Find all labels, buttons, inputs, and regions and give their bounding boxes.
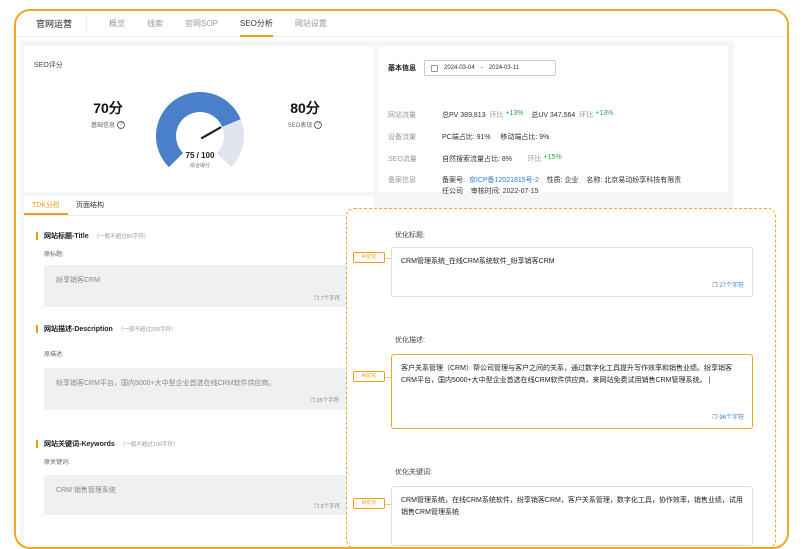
record-number-link[interactable]: 京ICP备12021815号-2 [469, 177, 539, 184]
original-title-count: ❐ 7个字符 [314, 296, 341, 302]
copy-icon[interactable]: ❐ [314, 296, 319, 302]
pv-ring-label: 环比 [489, 112, 504, 119]
original-title-box: 纷享销客CRM [44, 265, 356, 307]
company-nature: 性质: 企业 [546, 177, 579, 184]
optimized-keywords-input[interactable]: CRM管理系统，在线CRM系统软件，纷享销客CRM，客户关系管理，数字化工具，协… [391, 486, 753, 546]
uv-ring-label: 环比 [579, 112, 594, 119]
optimized-description-value: 客户关系管理（CRM）帮公司管理与客户之间的关系，通过数字化工具提升写作效率和销… [401, 365, 732, 384]
copy-icon[interactable]: ❐ [310, 398, 315, 404]
device-label: 设备流量 [388, 134, 416, 141]
copy-icon[interactable]: ❐ [712, 283, 717, 289]
nav-item-sop[interactable]: 官网SOP [185, 11, 218, 37]
basic-info-score: 70分 [93, 100, 123, 116]
total-uv: 总UV 347,564 [531, 112, 576, 119]
title-section-heading: 网站标题-Title （一般不超过80字符） [36, 231, 149, 241]
device-row: 设备流量 PC端占比: 91% 移动端占比: 9% [388, 132, 549, 142]
original-title-label: 原标题: [44, 252, 64, 258]
nav-item-leads[interactable]: 线索 [147, 11, 163, 37]
record-no-label: 备案号: [442, 177, 465, 184]
tab-tdk[interactable]: TDK分析 [24, 196, 68, 215]
optimized-description-label: 优化描述: [395, 337, 425, 344]
seo-ring-value: +15% [543, 154, 562, 161]
copy-icon[interactable]: ❐ [314, 504, 319, 510]
seo-traffic-row: SEO流量 自然搜索流量占比: 8% 环比 +15% [388, 154, 562, 164]
ai-optimize-description-button[interactable]: AI优化 [353, 371, 385, 382]
app-frame: 官网运营 概览 线索 官网SOP SEO分析 网站设置 SEO评分 70分 基础… [14, 9, 789, 549]
calendar-icon [431, 64, 438, 72]
original-title-value: 纷享销客CRM [56, 277, 100, 284]
help-icon[interactable]: ? [314, 120, 323, 129]
record-row: 备案信息 备案号: 京ICP备12021815号-2 性质: 企业 名称: 北京… [388, 175, 722, 197]
date-start: 2024-03-04 [444, 65, 475, 71]
original-description-count: ❐ 35个字符 [310, 398, 340, 404]
basic-info-title: 基本信息 [388, 65, 416, 72]
traffic-label: 网站流量 [388, 112, 416, 119]
pc-ratio: PC端占比: 91% [442, 134, 491, 141]
original-description-value: 纷享销客CRM平台，国内5000+大中型企业首选在线CRM软件供应商。 [56, 380, 276, 387]
nav-item-settings[interactable]: 网站设置 [295, 11, 327, 37]
date-end: 2024-03-11 [488, 65, 519, 71]
basic-info-stat: 70分 基础信息 ? [78, 98, 138, 129]
seo-traffic-label: SEO流量 [388, 156, 417, 163]
natural-search-ratio: 自然搜索流量占比: 8% [442, 156, 513, 163]
optimized-title-count: 27个字符 [719, 283, 744, 289]
seo-score-title: SEO评分 [34, 62, 63, 69]
mobile-ratio: 移动端占比: 9% [500, 134, 550, 141]
seo-performance-score: 80分 [290, 100, 320, 116]
brand-title: 官网运营 [16, 17, 88, 30]
nav-item-overview[interactable]: 概览 [109, 11, 125, 37]
basic-info-label: 基础信息 [90, 123, 115, 129]
nav-item-seo[interactable]: SEO分析 [239, 11, 273, 37]
uv-ring-value: +13% [595, 110, 614, 117]
seo-performance-label: SEO表现 [287, 123, 313, 129]
help-icon[interactable]: ? [117, 120, 125, 129]
gauge-needle [200, 126, 222, 140]
gauge-value: 75 / 100 [185, 151, 215, 160]
ai-optimize-title-button[interactable]: AI优化 [353, 252, 385, 263]
tab-page-structure[interactable]: 页面结构 [68, 196, 112, 215]
company-name-cont: 任公司 [442, 188, 463, 195]
ai-optimize-keywords-button[interactable]: AI优化 [353, 498, 385, 509]
ai-optimize-panel: 优化标题: AI优化 CRM管理系统_在线CRM系统软件_纷享销客CRM ❐ 2… [346, 208, 776, 547]
gauge-label: 综合得分 [189, 163, 210, 169]
audit-time: 审核时间: 2022-07-15 [470, 188, 539, 195]
date-separator: - [480, 65, 483, 71]
optimized-keywords-value: CRM管理系统，在线CRM系统软件，纷享销客CRM，客户关系管理，数字化工具，协… [401, 497, 743, 516]
original-keywords-label: 原关键词: [44, 460, 70, 466]
seo-ring-label: 环比 [527, 156, 542, 163]
keywords-section-heading: 网站关键词-Keywords （一般不超过100字符） [36, 439, 178, 449]
original-keywords-value: CRM 销售管理系统 [56, 487, 116, 494]
optimized-description-input[interactable]: 客户关系管理（CRM）帮公司管理与客户之间的关系，通过数字化工具提升写作效率和销… [391, 354, 753, 429]
optimized-keywords-label: 优化关键词: [395, 469, 432, 476]
tdk-card: TDK分析 页面结构 网站标题-Title （一般不超过80字符） 原标题: 纷… [24, 196, 374, 547]
basic-info-card: 基本信息 2024-03-04 - 2024-03-11 网站流量 总PV 38… [378, 46, 728, 195]
seo-performance-stat: 80分 SEO表现 ? [270, 98, 340, 129]
tdk-tabs: TDK分析 页面结构 [24, 196, 374, 216]
original-keywords-box: CRM 销售管理系统 [44, 475, 356, 515]
original-description-label: 原描述: [44, 352, 64, 358]
score-gauge [156, 92, 244, 168]
date-range-picker[interactable]: 2024-03-04 - 2024-03-11 [424, 60, 556, 76]
optimized-description-count: 96个字符 [719, 415, 744, 421]
traffic-row: 网站流量 总PV 389,813 环比 +13% 总UV 347,564 环比 … [388, 110, 613, 120]
optimized-title-value: CRM管理系统_在线CRM系统软件_纷享销客CRM [401, 258, 555, 265]
optimized-title-label: 优化标题: [395, 232, 425, 239]
record-label: 备案信息 [388, 177, 416, 184]
original-keywords-count: ❐ 9个字符 [314, 504, 341, 510]
seo-score-card: SEO评分 70分 基础信息 ? 75 / 100 综合得分 80分 SEO表现 [24, 46, 374, 192]
copy-icon[interactable]: ❐ [712, 415, 717, 421]
optimized-title-input[interactable]: CRM管理系统_在线CRM系统软件_纷享销客CRM ❐ 27个字符 [391, 247, 753, 297]
description-section-heading: 网站描述-Description （一般不超过200字符） [36, 324, 177, 334]
top-nav: 官网运营 概览 线索 官网SOP SEO分析 网站设置 [16, 11, 787, 37]
total-pv: 总PV 389,813 [442, 112, 486, 119]
pv-ring-value: +13% [505, 110, 524, 117]
company-name: 名称: 北京易动纷享科技有限责 [586, 177, 682, 184]
